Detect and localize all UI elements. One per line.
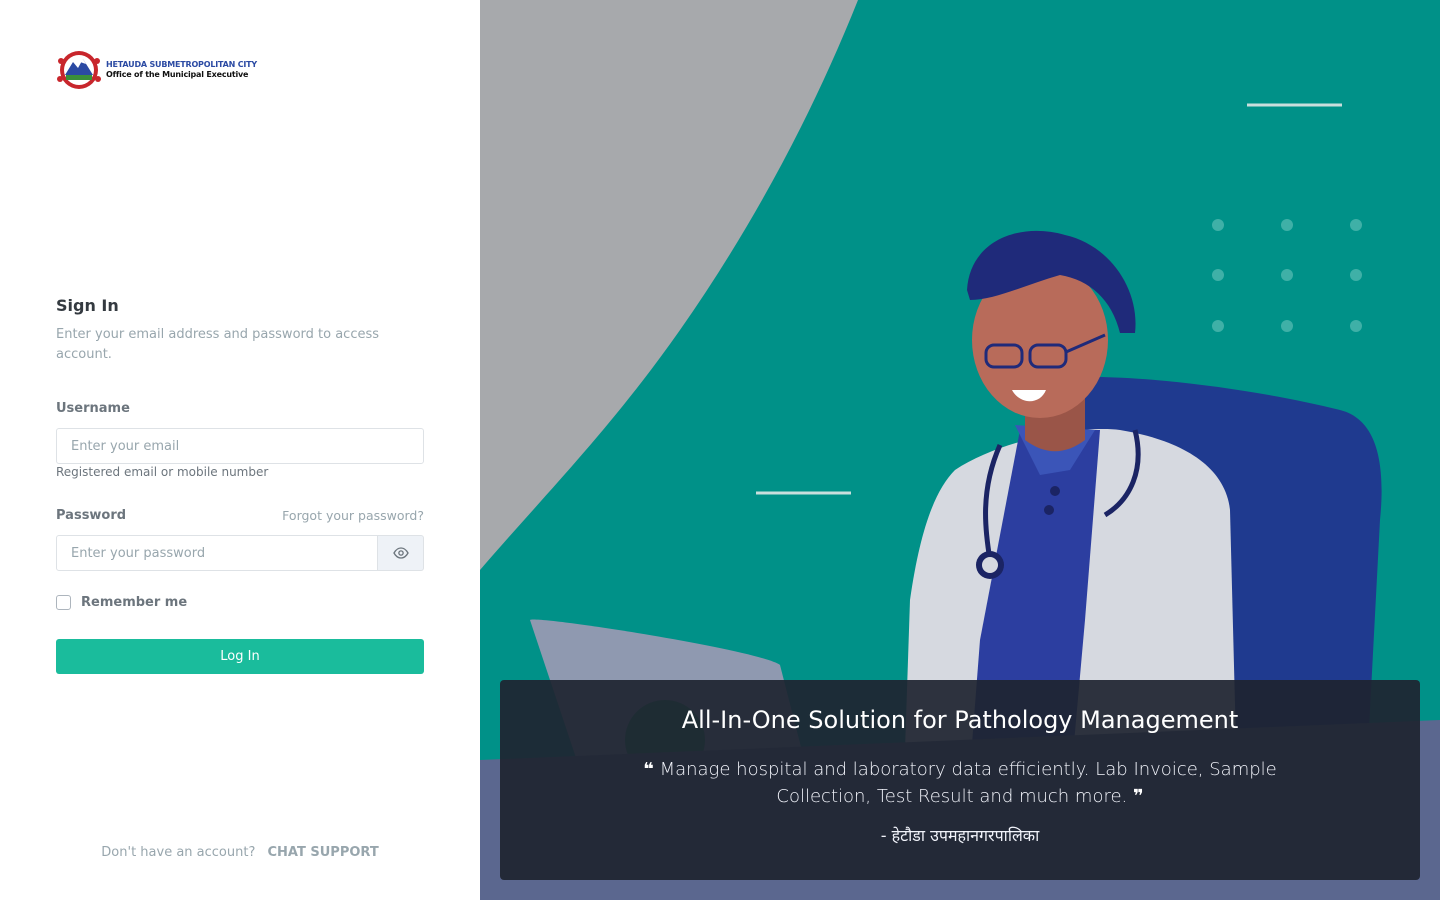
auth-footer: Don't have an account? CHAT SUPPORT bbox=[0, 845, 480, 860]
login-page: HETAUDA SUBMETROPOLITAN CITY Office of t… bbox=[0, 0, 1440, 900]
page-title: Sign In bbox=[56, 296, 119, 315]
signup-prompt: Don't have an account? bbox=[101, 845, 256, 860]
hero-title: All-In-One Solution for Pathology Manage… bbox=[681, 706, 1239, 734]
password-label: Password bbox=[56, 508, 127, 523]
hero-quote: ❝ Manage hospital and laboratory data ef… bbox=[620, 756, 1300, 810]
close-quote-icon: ❞ bbox=[1133, 786, 1144, 807]
open-quote-icon: ❝ bbox=[643, 759, 654, 780]
username-input[interactable] bbox=[56, 428, 424, 464]
login-button[interactable]: Log In bbox=[56, 639, 424, 674]
hero-caption: All-In-One Solution for Pathology Manage… bbox=[500, 680, 1420, 880]
remember-me[interactable]: Remember me bbox=[56, 595, 187, 610]
auth-panel: HETAUDA SUBMETROPOLITAN CITY Office of t… bbox=[0, 0, 480, 900]
password-field-group bbox=[56, 535, 424, 571]
remember-me-label: Remember me bbox=[81, 595, 188, 610]
chat-support-link[interactable]: CHAT SUPPORT bbox=[268, 845, 379, 860]
hero-quote-text: Manage hospital and laboratory data effi… bbox=[659, 759, 1277, 807]
logo-subtitle: Office of the Municipal Executive bbox=[106, 70, 249, 79]
municipal-emblem-icon bbox=[57, 51, 101, 89]
hero-panel: All-In-One Solution for Pathology Manage… bbox=[480, 0, 1440, 900]
logo-title: HETAUDA SUBMETROPOLITAN CITY bbox=[106, 60, 257, 69]
show-password-button[interactable] bbox=[378, 535, 424, 571]
forgot-password-link[interactable]: Forgot your password? bbox=[282, 508, 424, 523]
brand-logo[interactable]: HETAUDA SUBMETROPOLITAN CITY Office of t… bbox=[56, 49, 257, 91]
page-subtitle: Enter your email address and password to… bbox=[56, 327, 380, 362]
username-label: Username bbox=[56, 401, 130, 416]
hero-author: - हेटौडा उपमहानगरपालिका bbox=[880, 826, 1040, 845]
username-help-text: Registered email or mobile number bbox=[56, 465, 269, 479]
remember-me-checkbox[interactable] bbox=[56, 595, 71, 610]
password-input[interactable] bbox=[56, 535, 378, 571]
logo-text: HETAUDA SUBMETROPOLITAN CITY Office of t… bbox=[106, 61, 257, 79]
eye-icon bbox=[392, 547, 409, 559]
